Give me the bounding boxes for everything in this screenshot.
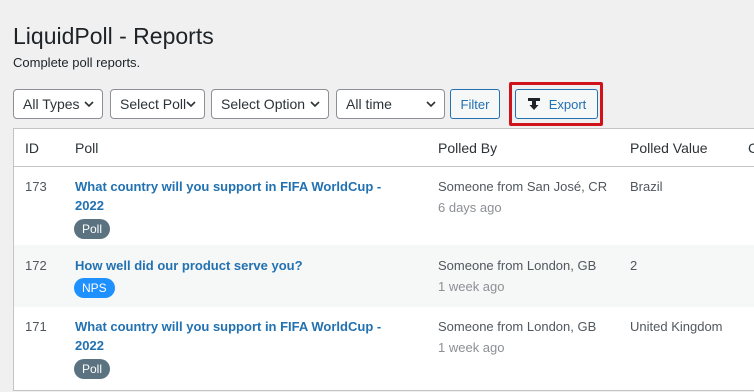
column-header-polled-value[interactable]: Polled Value: [630, 140, 708, 156]
polled-time: 1 week ago: [438, 279, 505, 294]
poll-title-line: 2022: [75, 338, 104, 353]
column-header-id[interactable]: ID: [25, 140, 39, 156]
poll-type-badge: NPS: [74, 278, 115, 298]
download-icon: [527, 98, 540, 110]
poll-select-value: Select Poll: [120, 96, 187, 112]
page-subtitle: Complete poll reports.: [13, 55, 141, 70]
polled-value: Brazil: [630, 179, 663, 194]
export-button[interactable]: Export: [515, 89, 598, 119]
table-row: 171 What country will you support in FIF…: [14, 307, 754, 392]
table-row: 173 What country will you support in FIF…: [14, 167, 754, 245]
polled-by: Someone from London, GB: [438, 258, 597, 273]
table-header: ID Poll Polled By Polled Value C: [14, 129, 754, 167]
row-id: 172: [25, 258, 47, 273]
chevron-down-icon: [186, 101, 196, 108]
polled-value: United Kingdom: [630, 319, 723, 334]
type-select[interactable]: All Types: [13, 89, 103, 119]
polled-by: Someone from London, GB: [438, 319, 597, 334]
type-select-value: All Types: [23, 96, 80, 112]
chevron-down-icon: [84, 101, 94, 108]
poll-select[interactable]: Select Poll: [110, 89, 205, 119]
polled-value: 2: [630, 258, 638, 273]
poll-type-badge: Poll: [74, 219, 111, 239]
polled-time: 1 week ago: [438, 340, 505, 355]
poll-type-badge: Poll: [74, 359, 111, 379]
poll-title-line: 2022: [75, 198, 104, 213]
option-select-value: Select Option: [221, 96, 306, 112]
column-header-polled-by[interactable]: Polled By: [438, 140, 497, 156]
option-select[interactable]: Select Option: [211, 89, 329, 119]
polled-by: Someone from San José, CR: [438, 179, 608, 194]
poll-title-line: What country will you support in FIFA Wo…: [75, 319, 382, 334]
page-title: LiquidPoll - Reports: [13, 23, 214, 50]
poll-link[interactable]: What country will you support in FIFA Wo…: [75, 317, 415, 355]
table-row: 172 How well did our product serve you? …: [14, 245, 754, 307]
column-header-poll[interactable]: Poll: [75, 140, 98, 156]
polled-time: 6 days ago: [438, 200, 502, 215]
time-select-value: All time: [346, 96, 392, 112]
filter-button[interactable]: Filter: [450, 89, 500, 119]
poll-link[interactable]: What country will you support in FIFA Wo…: [75, 177, 415, 215]
poll-title-line: What country will you support in FIFA Wo…: [75, 179, 382, 194]
reports-table: ID Poll Polled By Polled Value C 173 Wha…: [13, 128, 754, 391]
row-id: 173: [25, 179, 47, 194]
chevron-down-icon: [310, 101, 320, 108]
column-header-extra[interactable]: C: [748, 140, 754, 156]
export-button-label: Export: [548, 96, 587, 112]
time-select[interactable]: All time: [336, 89, 445, 119]
row-id: 171: [25, 319, 47, 334]
chevron-down-icon: [426, 101, 436, 108]
poll-link[interactable]: How well did our product serve you?: [75, 256, 415, 275]
poll-title-line: How well did our product serve you?: [75, 258, 303, 273]
